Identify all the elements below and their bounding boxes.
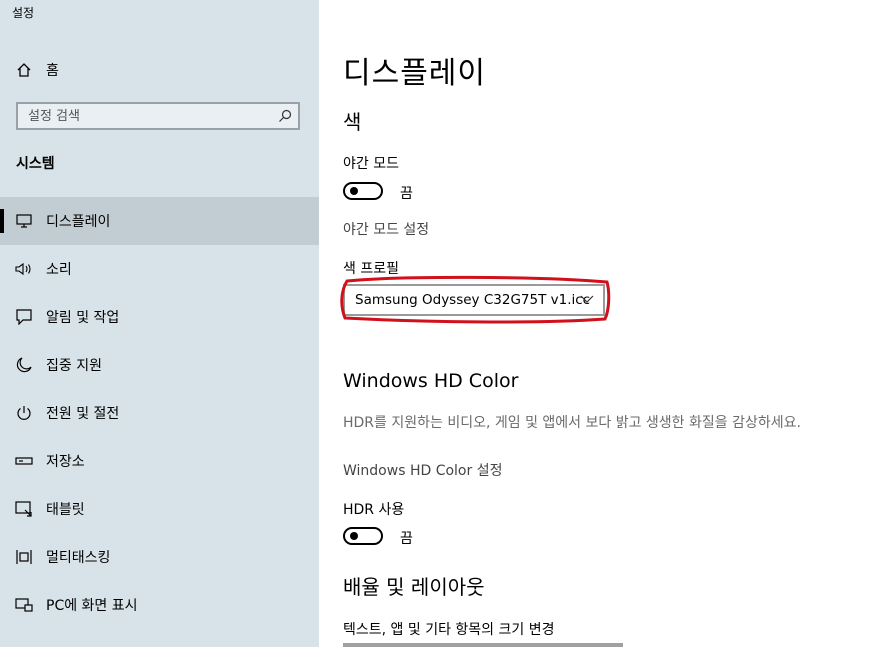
hd-color-heading: Windows HD Color xyxy=(343,370,519,392)
color-heading: 색 xyxy=(343,110,362,134)
project-icon xyxy=(15,596,33,614)
storage-icon xyxy=(15,452,33,470)
sidebar: 설정 홈 시스템 디스플레이 소리 알림 및 작업 xyxy=(0,0,319,647)
sidebar-item-notifications[interactable]: 알림 및 작업 xyxy=(0,293,319,341)
text-size-label: 텍스트, 앱 및 기타 항목의 크기 변경 xyxy=(343,622,555,638)
chevron-down-icon xyxy=(580,295,594,303)
sidebar-item-label: 디스플레이 xyxy=(46,214,111,230)
sidebar-item-label: 소리 xyxy=(46,262,72,278)
hdr-state: 끔 xyxy=(400,531,413,547)
app-title: 설정 xyxy=(12,6,35,20)
toggle-knob xyxy=(350,187,358,195)
sidebar-item-label: 멀티태스킹 xyxy=(46,550,111,566)
night-mode-state: 끔 xyxy=(400,186,413,202)
night-mode-settings-link[interactable]: 야간 모드 설정 xyxy=(343,219,429,239)
scale-dropdown[interactable] xyxy=(343,643,623,647)
sidebar-item-label: 전원 및 절전 xyxy=(46,406,120,422)
home-icon xyxy=(17,63,31,77)
night-mode-toggle[interactable] xyxy=(343,182,383,200)
page-title: 디스플레이 xyxy=(343,56,486,91)
search-box[interactable] xyxy=(16,102,300,130)
sidebar-item-storage[interactable]: 저장소 xyxy=(0,437,319,485)
sidebar-item-tablet[interactable]: 태블릿 xyxy=(0,485,319,533)
selection-indicator xyxy=(0,209,4,233)
color-profile-dropdown[interactable]: Samsung Odyssey C32G75T v1.icc xyxy=(343,284,605,316)
monitor-icon xyxy=(15,212,33,230)
hdr-toggle[interactable] xyxy=(343,527,383,545)
search-input[interactable] xyxy=(18,104,268,128)
hd-color-description: HDR를 지원하는 비디오, 게임 및 앱에서 보다 밝고 생생한 화질을 감상… xyxy=(343,415,801,431)
message-icon xyxy=(15,308,33,326)
hdr-label: HDR 사용 xyxy=(343,502,405,518)
sidebar-item-focus-assist[interactable]: 집중 지원 xyxy=(0,341,319,389)
main-panel: 디스플레이 색 야간 모드 끔 야간 모드 설정 색 프로필 Samsung O… xyxy=(319,0,874,647)
sidebar-item-sound[interactable]: 소리 xyxy=(0,245,319,293)
sidebar-item-label: 알림 및 작업 xyxy=(46,310,120,326)
sidebar-item-label: 저장소 xyxy=(46,454,85,470)
sidebar-item-label: 태블릿 xyxy=(46,502,85,518)
home-button[interactable]: 홈 xyxy=(16,58,296,82)
night-mode-label: 야간 모드 xyxy=(343,156,399,172)
color-profile-label: 색 프로필 xyxy=(343,261,399,277)
sidebar-item-project[interactable]: PC에 화면 표시 xyxy=(0,581,319,629)
hd-color-settings-link[interactable]: Windows HD Color 설정 xyxy=(343,460,502,480)
color-profile-value: Samsung Odyssey C32G75T v1.icc xyxy=(355,292,591,308)
sidebar-item-display[interactable]: 디스플레이 xyxy=(0,197,319,245)
sidebar-item-power[interactable]: 전원 및 절전 xyxy=(0,389,319,437)
sidebar-item-label: PC에 화면 표시 xyxy=(46,598,138,614)
scale-heading: 배율 및 레이아웃 xyxy=(343,575,485,599)
sidebar-item-multitasking[interactable]: 멀티태스킹 xyxy=(0,533,319,581)
home-label: 홈 xyxy=(46,63,59,79)
tablet-icon xyxy=(15,500,33,518)
moon-icon xyxy=(15,356,33,374)
toggle-knob xyxy=(350,532,358,540)
section-title: 시스템 xyxy=(16,156,55,172)
speaker-icon xyxy=(15,260,33,278)
sidebar-item-label: 집중 지원 xyxy=(46,358,102,374)
search-icon[interactable] xyxy=(278,109,292,123)
multitasking-icon xyxy=(15,548,33,566)
power-icon xyxy=(15,404,33,422)
